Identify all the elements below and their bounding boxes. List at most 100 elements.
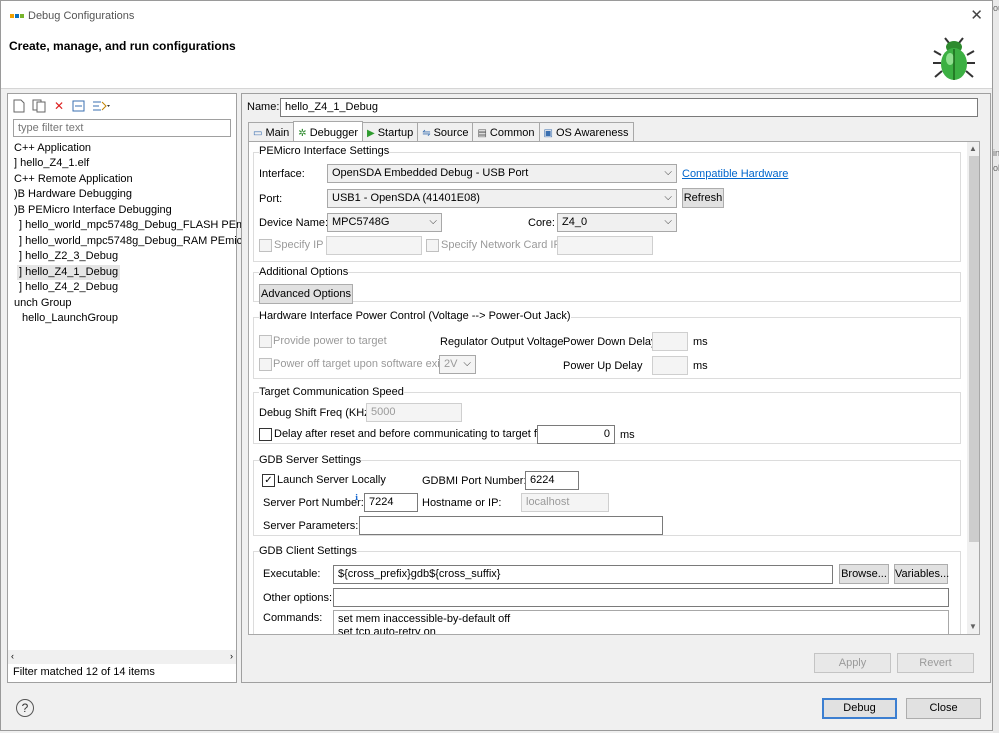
tree-item-hello-launchgroup[interactable]: hello_LaunchGroup (20, 311, 120, 326)
delay-input[interactable]: 0 (537, 425, 615, 444)
power-off-checkbox[interactable] (259, 358, 272, 371)
gdbmi-port-input[interactable]: 6224 (525, 471, 579, 490)
debug-button[interactable]: Debug (822, 698, 897, 719)
main-icon: ▭ (253, 127, 263, 139)
server-parameters-label: Server Parameters: (263, 520, 359, 532)
server-port-input[interactable]: 7224 (364, 493, 418, 512)
revert-button[interactable]: Revert (897, 653, 974, 673)
scroll-right-icon[interactable]: › (230, 651, 233, 661)
device-name-select[interactable]: MPC5748G ⌵ (327, 213, 442, 232)
chevron-down-icon: ⌵ (463, 358, 471, 369)
apply-button[interactable]: Apply (814, 653, 891, 673)
tree-item-hello-z4-1-elf[interactable]: ] hello_Z4_1.elf (12, 156, 91, 171)
refresh-button[interactable]: Refresh (682, 188, 724, 208)
voltage-select[interactable]: 2V ⌵ (439, 355, 476, 374)
network-card-ip-input[interactable] (557, 236, 653, 255)
tree-category-gdb-hardware-debugging[interactable]: )B Hardware Debugging (12, 187, 134, 202)
chevron-down-icon: ⌵ (664, 216, 672, 227)
interface-select[interactable]: OpenSDA Embedded Debug - USB Port ⌵ (327, 164, 677, 183)
tab-startup-label: Startup (377, 127, 414, 139)
configuration-tree-panel: ✕ C++ Application ] hello_Z4_1.elf C++ R… (7, 93, 263, 683)
specify-ip-checkbox[interactable] (259, 239, 272, 252)
background-text: in (993, 148, 999, 158)
other-options-input[interactable] (333, 588, 949, 607)
executable-input[interactable]: ${cross_prefix}gdb${cross_suffix} (333, 565, 833, 584)
hostname-label: Hostname or IP: (422, 497, 502, 509)
collapse-all-icon[interactable] (72, 99, 86, 113)
power-down-delay-label: Power Down Delay (563, 336, 657, 348)
server-parameters-input[interactable] (359, 516, 663, 535)
close-button[interactable]: Close (906, 698, 981, 719)
tree-item-ram-pemicro[interactable]: ] hello_world_mpc5748g_Debug_RAM PEmicro (17, 234, 254, 249)
specify-network-card-checkbox[interactable] (426, 239, 439, 252)
pemicro-settings-title: PEMicro Interface Settings (259, 145, 390, 157)
tab-debugger[interactable]: ✲ Debugger (293, 121, 364, 142)
filter-status: Filter matched 12 of 14 items (13, 666, 155, 678)
additional-options-group (253, 272, 961, 302)
tab-startup[interactable]: ▶ Startup (362, 122, 419, 141)
power-control-title: Hardware Interface Power Control (Voltag… (259, 310, 571, 322)
delete-icon[interactable]: ✕ (52, 99, 66, 113)
other-options-label: Other options: (263, 592, 333, 604)
port-select[interactable]: USB1 - OpenSDA (41401E08) ⌵ (327, 189, 677, 208)
os-icon: ▣ (543, 127, 553, 139)
app-icon (10, 14, 24, 18)
gdbmi-port-label: GDBMI Port Number: (422, 475, 527, 487)
play-icon: ▶ (367, 127, 375, 139)
hostname-input[interactable]: localhost (521, 493, 609, 512)
tab-main-label: Main (265, 127, 290, 139)
name-input[interactable]: hello_Z4_1_Debug (280, 98, 978, 117)
executable-label: Executable: (263, 568, 321, 580)
gdb-server-title: GDB Server Settings (259, 454, 362, 466)
tab-common-label: Common (489, 127, 535, 139)
debug-shift-freq-input[interactable]: 5000 (366, 403, 462, 422)
port-label: Port: (259, 193, 283, 205)
advanced-options-button[interactable]: Advanced Options (259, 284, 353, 304)
provide-power-checkbox[interactable] (259, 335, 272, 348)
scroll-left-icon[interactable]: ‹ (11, 651, 14, 661)
background-text: ou (993, 3, 999, 13)
compatible-hardware-link[interactable]: Compatible Hardware (682, 168, 788, 180)
tree-item-hello-z4-1-debug[interactable]: ] hello_Z4_1_Debug (17, 265, 121, 280)
help-icon[interactable]: ? (16, 699, 34, 717)
tree-item-flash-pemicro[interactable]: ] hello_world_mpc5748g_Debug_FLASH PEmic… (17, 218, 265, 233)
scrollbar-thumb[interactable] (969, 156, 979, 542)
tree-category-pemicro-debugging[interactable]: )B PEMicro Interface Debugging (12, 203, 174, 218)
scroll-up-icon[interactable]: ▲ (969, 144, 977, 153)
tab-source[interactable]: ⇋ Source (417, 122, 474, 141)
power-up-delay-input[interactable] (652, 356, 688, 375)
new-configuration-icon[interactable] (12, 99, 26, 113)
tree-item-hello-z4-2-debug[interactable]: ] hello_Z4_2_Debug (17, 280, 120, 295)
filter-icon[interactable] (92, 99, 110, 113)
filter-input[interactable] (13, 119, 231, 137)
common-icon: ▤ (477, 127, 487, 139)
close-window-icon[interactable]: ✕ (970, 6, 983, 24)
core-select[interactable]: Z4_0 ⌵ (557, 213, 677, 232)
launch-server-checkbox[interactable]: ✓ (262, 474, 275, 487)
debugger-tab-content: PEMicro Interface Settings Interface: Op… (248, 141, 980, 635)
power-down-delay-input[interactable] (652, 332, 688, 351)
additional-options-title: Additional Options (259, 266, 349, 278)
tab-bar: ▭ Main ✲ Debugger ▶ Startup ⇋ Source ▤ C… (248, 121, 634, 142)
content-vertical-scrollbar[interactable]: ▲ ▼ (967, 142, 979, 634)
info-icon: ℹ (355, 493, 359, 502)
specify-network-card-label: Specify Network Card IP (441, 239, 561, 251)
tab-common[interactable]: ▤ Common (472, 122, 540, 141)
scroll-down-icon[interactable]: ▼ (969, 622, 977, 631)
tree-item-hello-z2-3-debug[interactable]: ] hello_Z2_3_Debug (17, 249, 120, 264)
tab-main[interactable]: ▭ Main (248, 122, 295, 141)
ip-input[interactable] (326, 236, 422, 255)
browse-button[interactable]: Browse... (839, 564, 889, 584)
commands-textarea[interactable]: set mem inaccessible-by-default off set … (333, 610, 949, 634)
tree-category-launch-group[interactable]: unch Group (12, 296, 73, 311)
variables-button[interactable]: Variables... (894, 564, 949, 584)
tab-os-awareness[interactable]: ▣ OS Awareness (538, 122, 634, 141)
debug-shift-freq-label: Debug Shift Freq (KHz) (259, 407, 374, 419)
delay-after-reset-checkbox[interactable] (259, 428, 272, 441)
tree-horizontal-scrollbar[interactable]: ‹ › (8, 650, 236, 664)
chevron-down-icon: ⌵ (664, 192, 672, 203)
tree-category-cpp-application[interactable]: C++ Application (12, 141, 93, 156)
duplicate-icon[interactable] (32, 99, 46, 113)
tree-category-cpp-remote-application[interactable]: C++ Remote Application (12, 172, 135, 187)
commands-label: Commands: (263, 612, 323, 624)
